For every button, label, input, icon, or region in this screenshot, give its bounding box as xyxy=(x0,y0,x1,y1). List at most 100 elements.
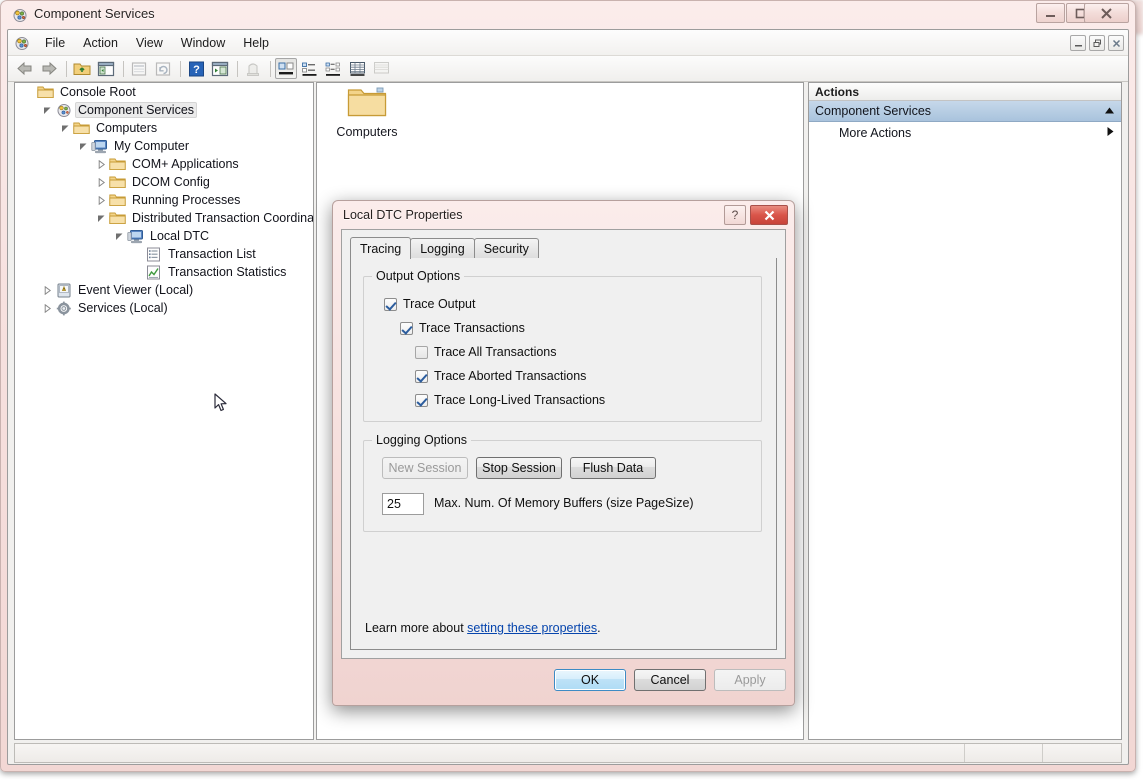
up-folder-icon[interactable] xyxy=(71,58,93,79)
tree-item-services-local[interactable]: Services (Local) xyxy=(15,299,313,317)
window-minimize-button[interactable] xyxy=(1036,3,1065,23)
expand-collapse-icon-collapsed[interactable] xyxy=(39,282,55,298)
learn-more-prefix: Learn more about xyxy=(365,621,468,635)
expand-collapse-icon-collapsed[interactable] xyxy=(93,156,109,172)
tree-item-local-dtc[interactable]: Local DTC xyxy=(15,227,313,245)
dialog-close-button[interactable] xyxy=(750,205,788,225)
memory-buffers-label: Max. Num. Of Memory Buffers (size PageSi… xyxy=(434,496,694,510)
stop-session-button[interactable]: Stop Session xyxy=(476,457,562,479)
menu-item-action[interactable]: Action xyxy=(74,33,127,53)
tree-item-console-root[interactable]: Console Root xyxy=(15,83,313,101)
help-icon[interactable]: ? xyxy=(185,58,207,79)
menu-item-window[interactable]: Window xyxy=(172,33,234,53)
tree-item-label: COM+ Applications xyxy=(132,157,239,171)
local-dtc-properties-dialog: Local DTC Properties ? Tracing Logging S… xyxy=(332,200,795,706)
tree-item-my-computer[interactable]: My Computer xyxy=(15,137,313,155)
tree-item-computers[interactable]: Computers xyxy=(15,119,313,137)
dialog-footer: OK Cancel Apply xyxy=(341,663,786,697)
component-services-icon xyxy=(12,7,28,23)
expand-collapse-icon-collapsed[interactable] xyxy=(39,300,55,316)
checkbox-box[interactable] xyxy=(415,345,428,359)
flush-data-button[interactable]: Flush Data xyxy=(570,457,656,479)
window-titlebar[interactable]: Component Services xyxy=(1,1,1135,28)
small-icons-icon[interactable] xyxy=(299,58,321,79)
detail-view-icon[interactable] xyxy=(347,58,369,79)
dialog-tabstrip: Tracing Logging Security xyxy=(350,237,777,259)
tree-item-transaction-statistics[interactable]: Transaction Statistics xyxy=(15,263,313,281)
menu-item-view[interactable]: View xyxy=(127,33,172,53)
checkbox-trace-aborted-transactions[interactable]: Trace Aborted Transactions xyxy=(415,369,586,383)
window-title: Component Services xyxy=(34,6,155,21)
expand-collapse-icon-expanded[interactable] xyxy=(75,138,91,154)
tab-security[interactable]: Security xyxy=(473,238,539,258)
back-icon[interactable] xyxy=(14,58,36,79)
group-logging-options: Logging Options New Session Stop Session… xyxy=(363,433,762,532)
checkbox-trace-output[interactable]: Trace Output xyxy=(384,297,476,311)
tree-item-dcom-config[interactable]: DCOM Config xyxy=(15,173,313,191)
checkbox-trace-transactions[interactable]: Trace Transactions xyxy=(400,321,525,335)
transaction-statistics-icon xyxy=(145,264,162,280)
status-bar xyxy=(14,743,1122,763)
checkbox-box[interactable] xyxy=(415,393,428,407)
dialog-titlebar[interactable]: Local DTC Properties ? xyxy=(333,201,794,229)
console-tree-pane[interactable]: Console Root Component Services Computers M… xyxy=(14,82,314,740)
expand-collapse-icon-expanded[interactable] xyxy=(39,102,55,118)
memory-buffers-input[interactable]: 25 xyxy=(382,493,424,515)
actions-pane-header: Actions xyxy=(809,83,1121,101)
new-session-button[interactable]: New Session xyxy=(382,457,468,479)
svg-text:?: ? xyxy=(193,64,200,76)
tree-item-distributed-transaction-coordinator[interactable]: Distributed Transaction Coordinator xyxy=(15,209,313,227)
large-icons-icon[interactable] xyxy=(275,58,297,79)
tree-item-running-processes[interactable]: Running Processes xyxy=(15,191,313,209)
checkbox-trace-all-transactions[interactable]: Trace All Transactions xyxy=(415,345,557,359)
checkbox-label: Trace Aborted Transactions xyxy=(434,369,587,383)
apply-button[interactable]: Apply xyxy=(714,669,786,691)
export-list-icon[interactable] xyxy=(209,58,231,79)
tree-item-event-viewer-local[interactable]: Event Viewer (Local) xyxy=(15,281,313,299)
actions-item-more-actions[interactable]: More Actions xyxy=(809,122,1121,144)
chevron-up-icon[interactable] xyxy=(1104,104,1115,118)
tree-item-label: DCOM Config xyxy=(132,175,210,189)
list-view-icon[interactable] xyxy=(323,58,345,79)
show-hide-tree-icon[interactable] xyxy=(95,58,117,79)
tab-logging[interactable]: Logging xyxy=(410,238,475,258)
toolbar: ? xyxy=(8,56,1128,82)
mdi-minimize-button[interactable] xyxy=(1070,35,1086,51)
actions-group-component-services[interactable]: Component Services xyxy=(809,101,1121,122)
ok-button[interactable]: OK xyxy=(554,669,626,691)
menu-item-file[interactable]: File xyxy=(36,33,74,53)
mdi-restore-button[interactable] xyxy=(1089,35,1105,51)
checkbox-box[interactable] xyxy=(384,297,397,311)
group-output-options-title: Output Options xyxy=(372,269,465,283)
checkbox-label: Trace Long-Lived Transactions xyxy=(434,393,606,407)
result-item-computers[interactable]: Computers xyxy=(329,85,405,139)
dialog-body: Tracing Logging Security Output Options … xyxy=(341,229,786,659)
mouse-cursor xyxy=(214,393,228,413)
chevron-right-icon[interactable] xyxy=(1106,126,1115,140)
expand-collapse-icon-expanded[interactable] xyxy=(93,210,109,226)
expand-collapse-icon-collapsed[interactable] xyxy=(93,174,109,190)
expand-collapse-icon-expanded[interactable] xyxy=(111,228,127,244)
toolbar-separator xyxy=(180,60,181,77)
tree-item-label: Transaction Statistics xyxy=(168,265,287,279)
menu-item-help[interactable]: Help xyxy=(234,33,278,53)
cancel-button[interactable]: Cancel xyxy=(634,669,706,691)
expand-collapse-icon-collapsed[interactable] xyxy=(93,192,109,208)
checkbox-box[interactable] xyxy=(415,369,428,383)
expand-collapse-icon-expanded[interactable] xyxy=(57,120,73,136)
forward-icon[interactable] xyxy=(38,58,60,79)
dialog-title: Local DTC Properties xyxy=(343,208,463,222)
checkbox-trace-long-lived-transactions[interactable]: Trace Long-Lived Transactions xyxy=(415,393,605,407)
mdi-close-button[interactable] xyxy=(1108,35,1124,51)
toolbar-separator xyxy=(123,60,124,77)
dialog-help-button[interactable]: ? xyxy=(724,205,746,225)
tree-item-component-services[interactable]: Component Services xyxy=(15,101,313,119)
window-close-button[interactable] xyxy=(1084,3,1129,23)
tab-tracing[interactable]: Tracing xyxy=(350,237,412,259)
folder-icon xyxy=(37,84,54,100)
tree-item-transaction-list[interactable]: Transaction List xyxy=(15,245,313,263)
checkbox-box[interactable] xyxy=(400,321,413,335)
tree-item-com-applications[interactable]: COM+ Applications xyxy=(15,155,313,173)
setting-these-properties-link[interactable]: setting these properties xyxy=(467,621,597,635)
